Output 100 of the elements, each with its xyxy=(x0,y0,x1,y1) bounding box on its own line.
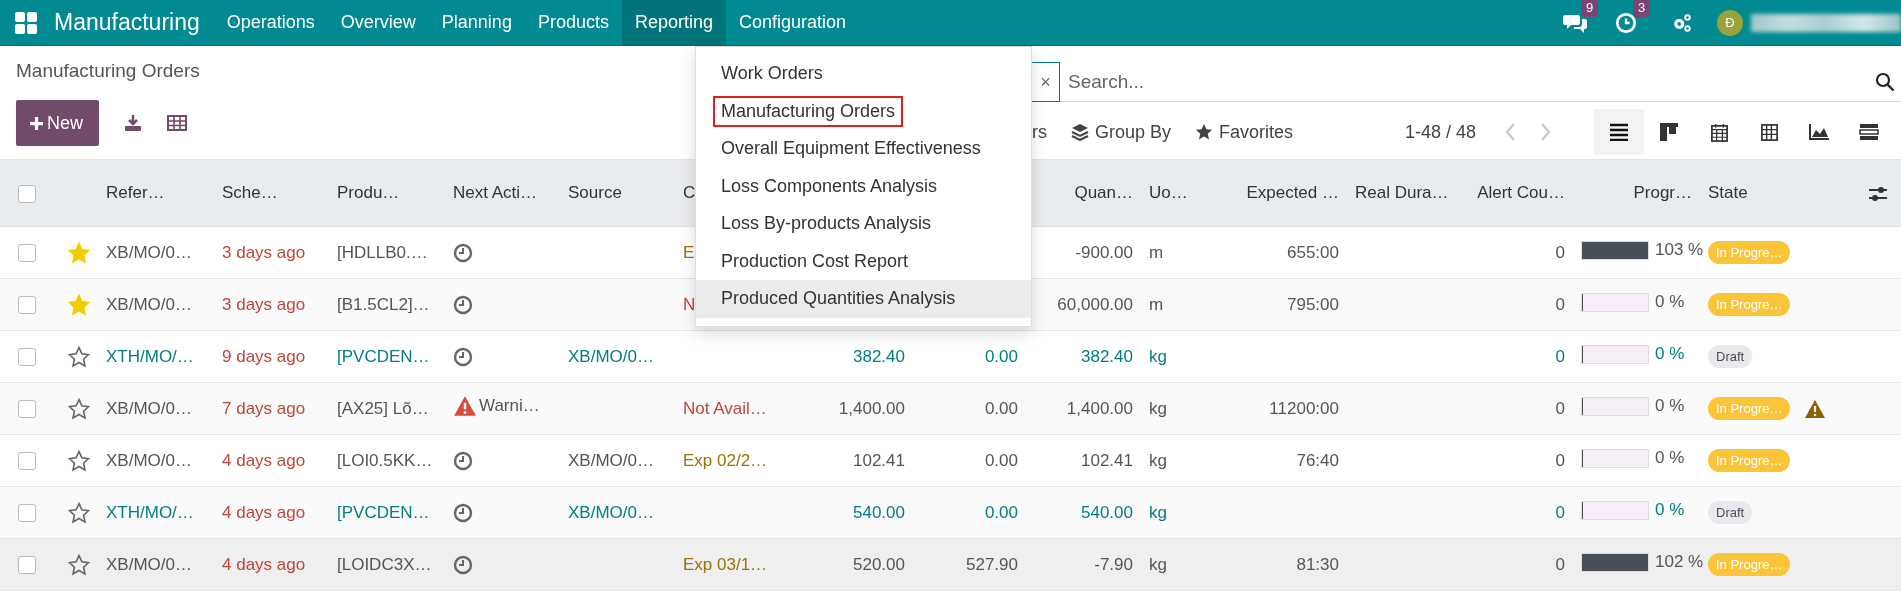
dropdown-item[interactable]: Production Cost Report xyxy=(696,242,1031,280)
reference-cell: XB/MO/0… xyxy=(106,554,192,574)
row-checkbox[interactable] xyxy=(18,504,36,522)
unit-cell: kg xyxy=(1149,554,1167,574)
unit-cell: kg xyxy=(1149,502,1167,522)
select-all-checkbox[interactable] xyxy=(18,184,36,203)
progress-value: 0 % xyxy=(1655,344,1685,365)
count-cell: 0 xyxy=(1555,242,1565,262)
state-badge: In Progre… xyxy=(1708,449,1791,472)
settings-icon[interactable] xyxy=(1671,11,1693,34)
app-name[interactable]: Manufacturing xyxy=(54,9,200,36)
clock-icon[interactable] xyxy=(453,502,473,523)
progress-bar xyxy=(1581,240,1649,260)
view-switch-button[interactable] xyxy=(1594,109,1645,155)
product-cell: [PVCDEN… xyxy=(337,346,430,366)
progress-bar xyxy=(1581,448,1649,468)
row-checkbox[interactable] xyxy=(18,400,36,418)
row-checkbox[interactable] xyxy=(18,348,36,366)
progress-value: 0 % xyxy=(1655,448,1685,469)
menu-item[interactable]: Overview xyxy=(327,0,429,45)
menu-item[interactable]: Configuration xyxy=(726,0,860,45)
kanban-icon xyxy=(1659,122,1680,142)
quantity-cell: 540.00 xyxy=(1081,502,1133,522)
product-cell: [B1.5CL2]… xyxy=(337,294,430,314)
component-status-cell: Exp 02/2… xyxy=(683,450,768,470)
row-checkbox[interactable] xyxy=(18,244,36,262)
date-cell: 9 days ago xyxy=(222,346,306,366)
column-header[interactable]: State xyxy=(1708,183,1748,202)
activities-count: 3 xyxy=(1633,0,1651,17)
dropdown-item[interactable]: Loss By-products Analysis xyxy=(696,205,1031,243)
progress-value: 102 % xyxy=(1655,552,1704,573)
warning-icon[interactable] xyxy=(453,395,477,417)
clock-icon[interactable] xyxy=(453,554,473,575)
duration-cell: 795:00 xyxy=(1287,294,1339,314)
dropdown-item[interactable]: Loss Components Analysis xyxy=(696,167,1031,205)
menu-item[interactable]: Operations xyxy=(213,0,328,45)
favorites-button[interactable]: Favorites xyxy=(1195,121,1294,143)
duration-cell: 655:00 xyxy=(1287,242,1339,262)
column-header[interactable]: C xyxy=(683,183,696,202)
star-icon[interactable] xyxy=(68,501,90,524)
new-button[interactable]: New xyxy=(16,100,99,146)
duration-cell: 76:40 xyxy=(1296,450,1339,470)
clock-icon[interactable] xyxy=(453,346,473,367)
download-icon[interactable] xyxy=(123,113,143,133)
clock-icon[interactable] xyxy=(453,294,473,315)
gantt-icon xyxy=(1859,123,1880,141)
source-cell: XB/MO/0… xyxy=(568,450,654,470)
reference-cell: XTH/MO/… xyxy=(106,346,194,366)
column-header[interactable]: Progr… xyxy=(1633,183,1692,202)
dropdown-item[interactable]: Work Orders xyxy=(696,55,1031,93)
progress-bar xyxy=(1581,552,1649,572)
list-icon xyxy=(1609,123,1630,141)
dropdown-item[interactable]: Overall Equipment Effectiveness xyxy=(696,130,1031,168)
source-cell: XB/MO/0… xyxy=(568,346,654,366)
star-icon[interactable] xyxy=(68,345,90,368)
messages-count: 9 xyxy=(1581,0,1599,17)
facet-remove-button[interactable]: × xyxy=(1032,62,1060,102)
star-icon[interactable] xyxy=(68,397,90,420)
column-settings-icon[interactable] xyxy=(1868,184,1888,203)
star-icon[interactable] xyxy=(68,449,90,472)
column-header[interactable]: Sche… xyxy=(222,183,278,202)
menu-item[interactable]: Planning xyxy=(428,0,525,45)
apps-menu-icon[interactable] xyxy=(14,10,38,35)
quantity-cell: 1,400.00 xyxy=(838,398,905,418)
column-header[interactable]: Source xyxy=(568,183,622,202)
component-status-cell: Exp 03/1… xyxy=(683,554,768,574)
quantity-cell: 382.40 xyxy=(853,346,905,366)
row-checkbox[interactable] xyxy=(18,452,36,470)
row-checkbox[interactable] xyxy=(18,296,36,314)
product-cell: [PVCDEN… xyxy=(337,502,430,522)
quantity-cell: -7.90 xyxy=(1094,554,1133,574)
column-header[interactable]: Quan… xyxy=(1074,183,1133,202)
progress-value: 0 % xyxy=(1655,292,1685,313)
column-header[interactable]: Uo… xyxy=(1149,183,1188,202)
clock-icon[interactable] xyxy=(453,242,473,263)
reference-cell: XB/MO/0… xyxy=(106,450,192,470)
dropdown-item[interactable]: Manufacturing Orders xyxy=(696,92,1031,130)
row-checkbox[interactable] xyxy=(18,556,36,574)
product-cell: [LOI0.5KK… xyxy=(337,450,433,470)
quantity-cell: 102.41 xyxy=(853,450,905,470)
column-header[interactable]: Refer… xyxy=(106,183,165,202)
date-cell: 4 days ago xyxy=(222,554,306,574)
group-by-button[interactable]: Group By xyxy=(1071,121,1172,143)
quantity-cell: 382.40 xyxy=(1081,346,1133,366)
column-header[interactable]: Produ… xyxy=(337,183,400,202)
state-badge: Draft xyxy=(1708,345,1753,368)
state-badge: In Progre… xyxy=(1708,553,1791,576)
menu-item[interactable]: Reporting xyxy=(621,0,726,45)
menu-item[interactable]: Products xyxy=(524,0,622,45)
spreadsheet-icon[interactable] xyxy=(167,115,187,131)
filters-button[interactable]: rs xyxy=(1032,121,1047,143)
star-icon[interactable] xyxy=(68,553,90,576)
date-cell: 7 days ago xyxy=(222,398,306,418)
state-badge: Draft xyxy=(1708,501,1753,524)
component-status-cell: E xyxy=(683,242,695,262)
dropdown-item[interactable]: Produced Quantities Analysis xyxy=(696,280,1031,318)
quantity-cell: 0.00 xyxy=(984,450,1018,470)
clock-icon[interactable] xyxy=(453,450,473,471)
unit-cell: kg xyxy=(1149,346,1167,366)
column-header[interactable]: Expected … xyxy=(1246,183,1339,202)
